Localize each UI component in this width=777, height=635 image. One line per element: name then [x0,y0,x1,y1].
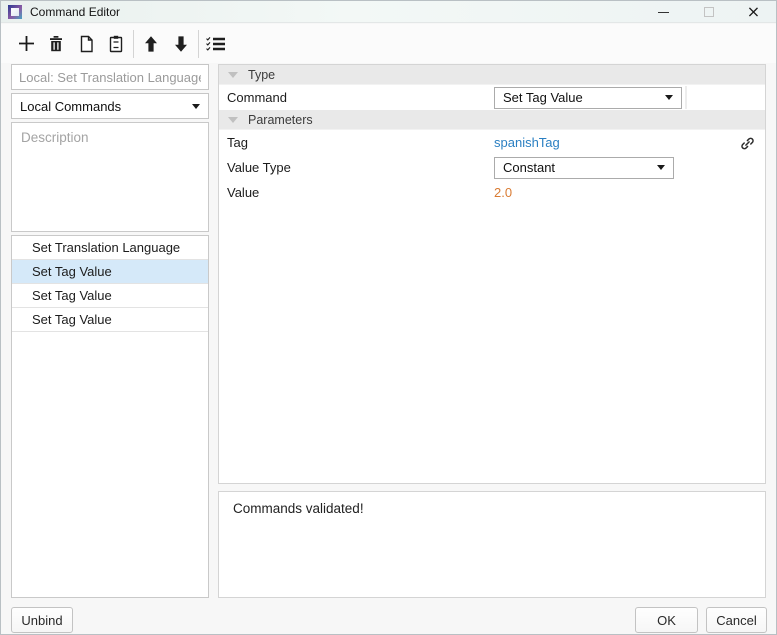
link-icon [740,137,754,149]
command-scope-selected: Local Commands [20,98,122,114]
value-type-property-row: Value Type Constant [219,155,765,180]
toolbar-separator [198,29,199,58]
command-list-item-label: Set Tag Value [32,288,112,303]
validation-message: Commands validated! [233,501,364,516]
window-controls: × [641,1,776,23]
window-title: Command Editor [30,4,121,19]
minimize-icon [658,11,669,13]
close-icon: × [746,2,761,21]
command-property-label: Command [227,90,287,105]
chevron-down-icon [192,103,200,109]
tag-value-link[interactable]: spanishTag [494,135,560,150]
cancel-button[interactable]: Cancel [706,607,767,633]
section-header-parameters[interactable]: Parameters [219,110,765,130]
command-type-dropdown[interactable]: Set Tag Value [494,86,682,109]
command-list-item[interactable]: Set Tag Value [12,284,208,308]
command-list-item[interactable]: Set Translation Language [12,236,208,260]
validation-message-box: Commands validated! [218,491,766,598]
move-up-button[interactable] [136,29,166,59]
maximize-icon [703,7,714,17]
validate-commands-button[interactable] [201,29,231,59]
value-property-row: Value 2.0 [219,180,765,205]
app-icon [8,4,22,19]
collapse-triangle-icon [228,116,238,123]
command-list-item-label: Set Translation Language [32,240,181,255]
command-filter-input[interactable] [11,64,209,90]
ok-button[interactable]: OK [635,607,698,633]
command-editor-window: Command Editor × Local: Set Translation … [0,0,777,635]
tag-property-row: Tag spanishTag [219,130,765,155]
command-row-extra-cell [685,86,763,109]
toolbar [1,24,776,63]
value-field[interactable]: 2.0 [494,185,512,200]
checklist-icon [206,36,225,51]
copy-icon [80,35,93,52]
arrow-down-icon [175,35,187,52]
trash-icon [50,35,62,51]
command-list-item-label: Set Tag Value [32,312,112,327]
minimize-button[interactable] [641,1,686,23]
chevron-down-icon [665,95,673,100]
paste-command-button[interactable] [101,29,131,59]
plus-icon [18,36,34,51]
properties-panel: Type Command Set Tag Value Parameters Ta… [218,64,766,484]
unbind-button[interactable]: Unbind [11,607,73,633]
delete-command-button[interactable] [41,29,71,59]
copy-command-button[interactable] [71,29,101,59]
titlebar: Command Editor × [1,1,776,23]
tag-property-label: Tag [227,135,248,150]
command-list-item[interactable]: Set Tag Value [12,308,208,332]
add-command-button[interactable] [11,29,41,59]
command-type-selected: Set Tag Value [503,90,583,105]
value-property-label: Value [227,185,260,200]
maximize-button[interactable] [686,1,731,23]
paste-icon [109,35,123,52]
collapse-triangle-icon [228,71,238,78]
section-header-type[interactable]: Type [219,65,765,85]
value-type-dropdown[interactable]: Constant [494,156,674,179]
parameters-section-label: Parameters [248,112,313,127]
command-list-item[interactable]: Set Tag Value [12,260,208,284]
command-list-item-label: Set Tag Value [32,264,112,279]
value-type-selected: Constant [503,160,556,175]
toolbar-separator [133,29,134,58]
description-textarea[interactable] [11,122,209,232]
move-down-button[interactable] [166,29,196,59]
command-scope-dropdown[interactable]: Local Commands [11,93,209,119]
type-section-label: Type [248,67,276,82]
chevron-down-icon [657,165,665,170]
app-icon-inner [11,7,19,16]
tag-binding-button[interactable] [737,133,757,153]
command-property-row: Command Set Tag Value [219,85,765,110]
value-type-property-label: Value Type [227,160,291,175]
close-button[interactable]: × [731,1,776,23]
command-list[interactable]: Set Translation Language Set Tag Value S… [11,235,209,598]
arrow-up-icon [145,35,157,52]
